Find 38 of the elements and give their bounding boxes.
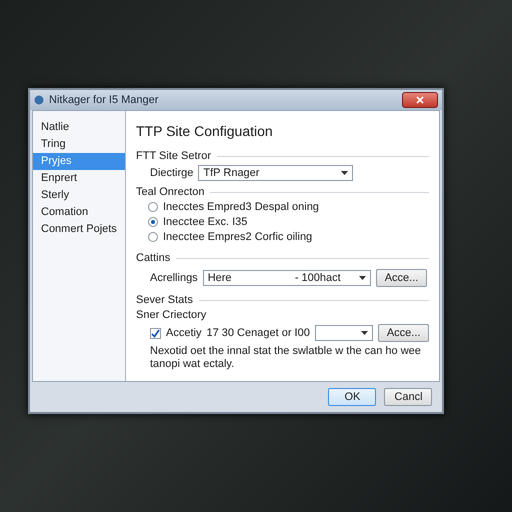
dropdown-caret-icon [360, 331, 368, 335]
section-title: Teal Onrecton [136, 186, 204, 198]
dropdown-caret-icon [358, 276, 366, 280]
dropdown[interactable] [314, 325, 373, 341]
close-icon [416, 96, 424, 104]
radio-label: Inecctes Empred3 Despal oning [163, 201, 319, 213]
radio-label: Inecctee Exc. I35 [163, 216, 248, 228]
radio-button[interactable] [148, 217, 158, 227]
close-button[interactable] [402, 92, 438, 108]
field-label: Acrellings [150, 272, 198, 284]
section-title: Sever Stats [136, 294, 193, 306]
subsection-title: Sner Criectory [136, 309, 208, 321]
section-title: FTT Site Setror [136, 150, 211, 162]
ok-button[interactable]: OK [328, 388, 376, 406]
sidebar-item[interactable]: Tring [33, 136, 125, 153]
dropdown[interactable]: Here - 100hact [202, 270, 371, 286]
note-text: Nexotid oet the innal stat the swlatble w the can ho wee tanopi wat ectaly. [150, 345, 422, 371]
checkbox-label: Accetiy [166, 327, 202, 339]
radio-label: Inecctee Empres2 Corfic oiling [163, 231, 312, 243]
sidebar-item[interactable]: Natlie [33, 119, 125, 136]
server-value: 17 30 Cenaget or I00 [206, 327, 310, 339]
dropdown[interactable]: TfP Rnager [198, 165, 354, 181]
dropdown-caret-icon [341, 171, 348, 175]
sidebar-item[interactable]: Conmert Pojets [33, 221, 125, 238]
browse-button[interactable]: Acce... [376, 269, 428, 287]
field-label: Diectirge [150, 167, 194, 179]
section-title: Cattins [136, 252, 170, 264]
sidebar-item[interactable]: Sterly [33, 187, 125, 204]
checkbox[interactable] [150, 328, 161, 338]
radio-button[interactable] [148, 202, 158, 212]
window-title: Nitkager for I5 Manger [49, 94, 160, 106]
sidebar-item[interactable]: Enprert [33, 170, 125, 187]
cancel-button[interactable]: Cancl [384, 388, 432, 406]
page-heading: TTP Site Configuation [136, 123, 274, 139]
radio-button[interactable] [148, 232, 158, 242]
browse-button[interactable]: Acce... [378, 324, 430, 342]
app-icon [34, 95, 44, 105]
sidebar-item[interactable]: Comation [33, 204, 125, 221]
